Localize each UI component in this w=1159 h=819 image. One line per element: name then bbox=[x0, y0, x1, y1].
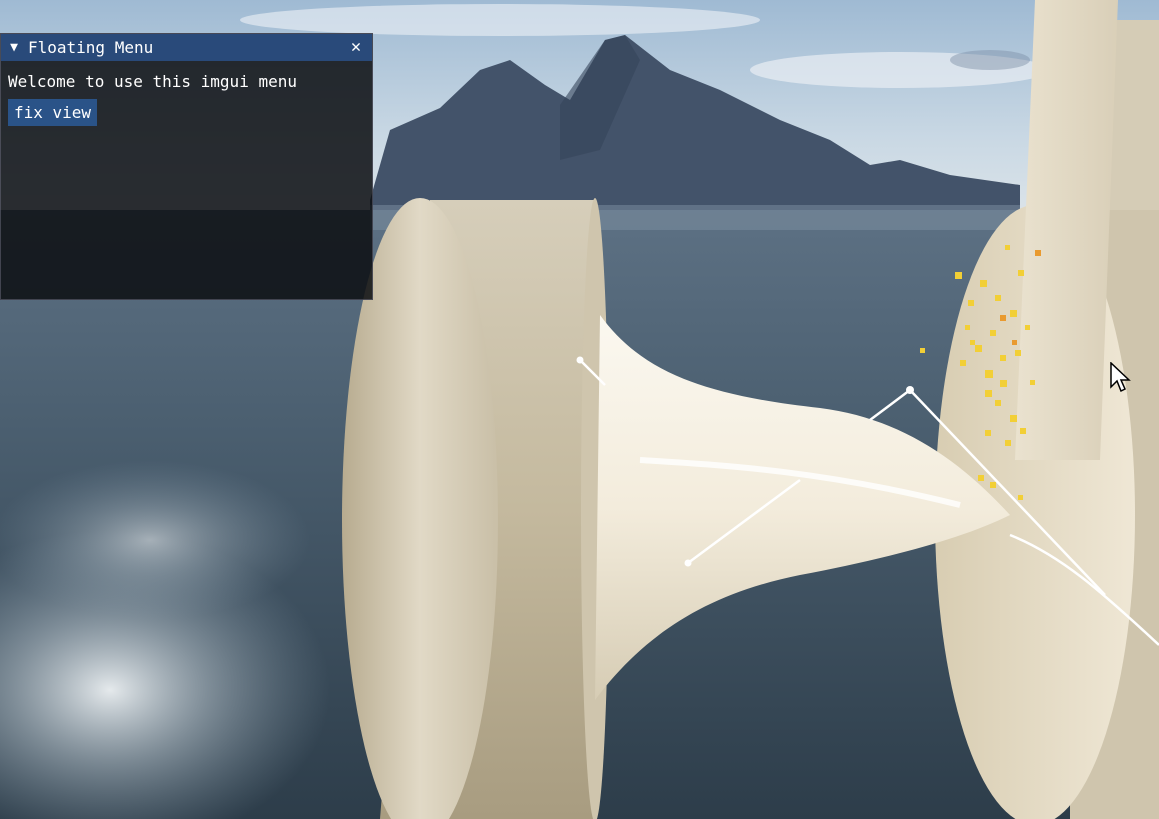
fix-view-button[interactable]: fix view bbox=[8, 99, 98, 126]
control-point bbox=[684, 559, 692, 567]
cloud bbox=[240, 4, 760, 36]
floating-menu-window[interactable]: ▼ Floating Menu ✕ Welcome to use this im… bbox=[0, 33, 373, 300]
triangle-down-icon[interactable]: ▼ bbox=[6, 34, 22, 61]
control-point bbox=[576, 356, 584, 364]
welcome-text: Welcome to use this imgui menu bbox=[8, 72, 297, 91]
window-titlebar[interactable]: ▼ Floating Menu ✕ bbox=[1, 34, 372, 61]
sun-glare bbox=[0, 460, 310, 620]
close-icon[interactable]: ✕ bbox=[347, 34, 365, 61]
control-point bbox=[906, 386, 914, 394]
cloud bbox=[950, 50, 1030, 70]
window-title: Floating Menu bbox=[28, 38, 154, 57]
mouse-pointer-icon bbox=[1110, 362, 1131, 393]
